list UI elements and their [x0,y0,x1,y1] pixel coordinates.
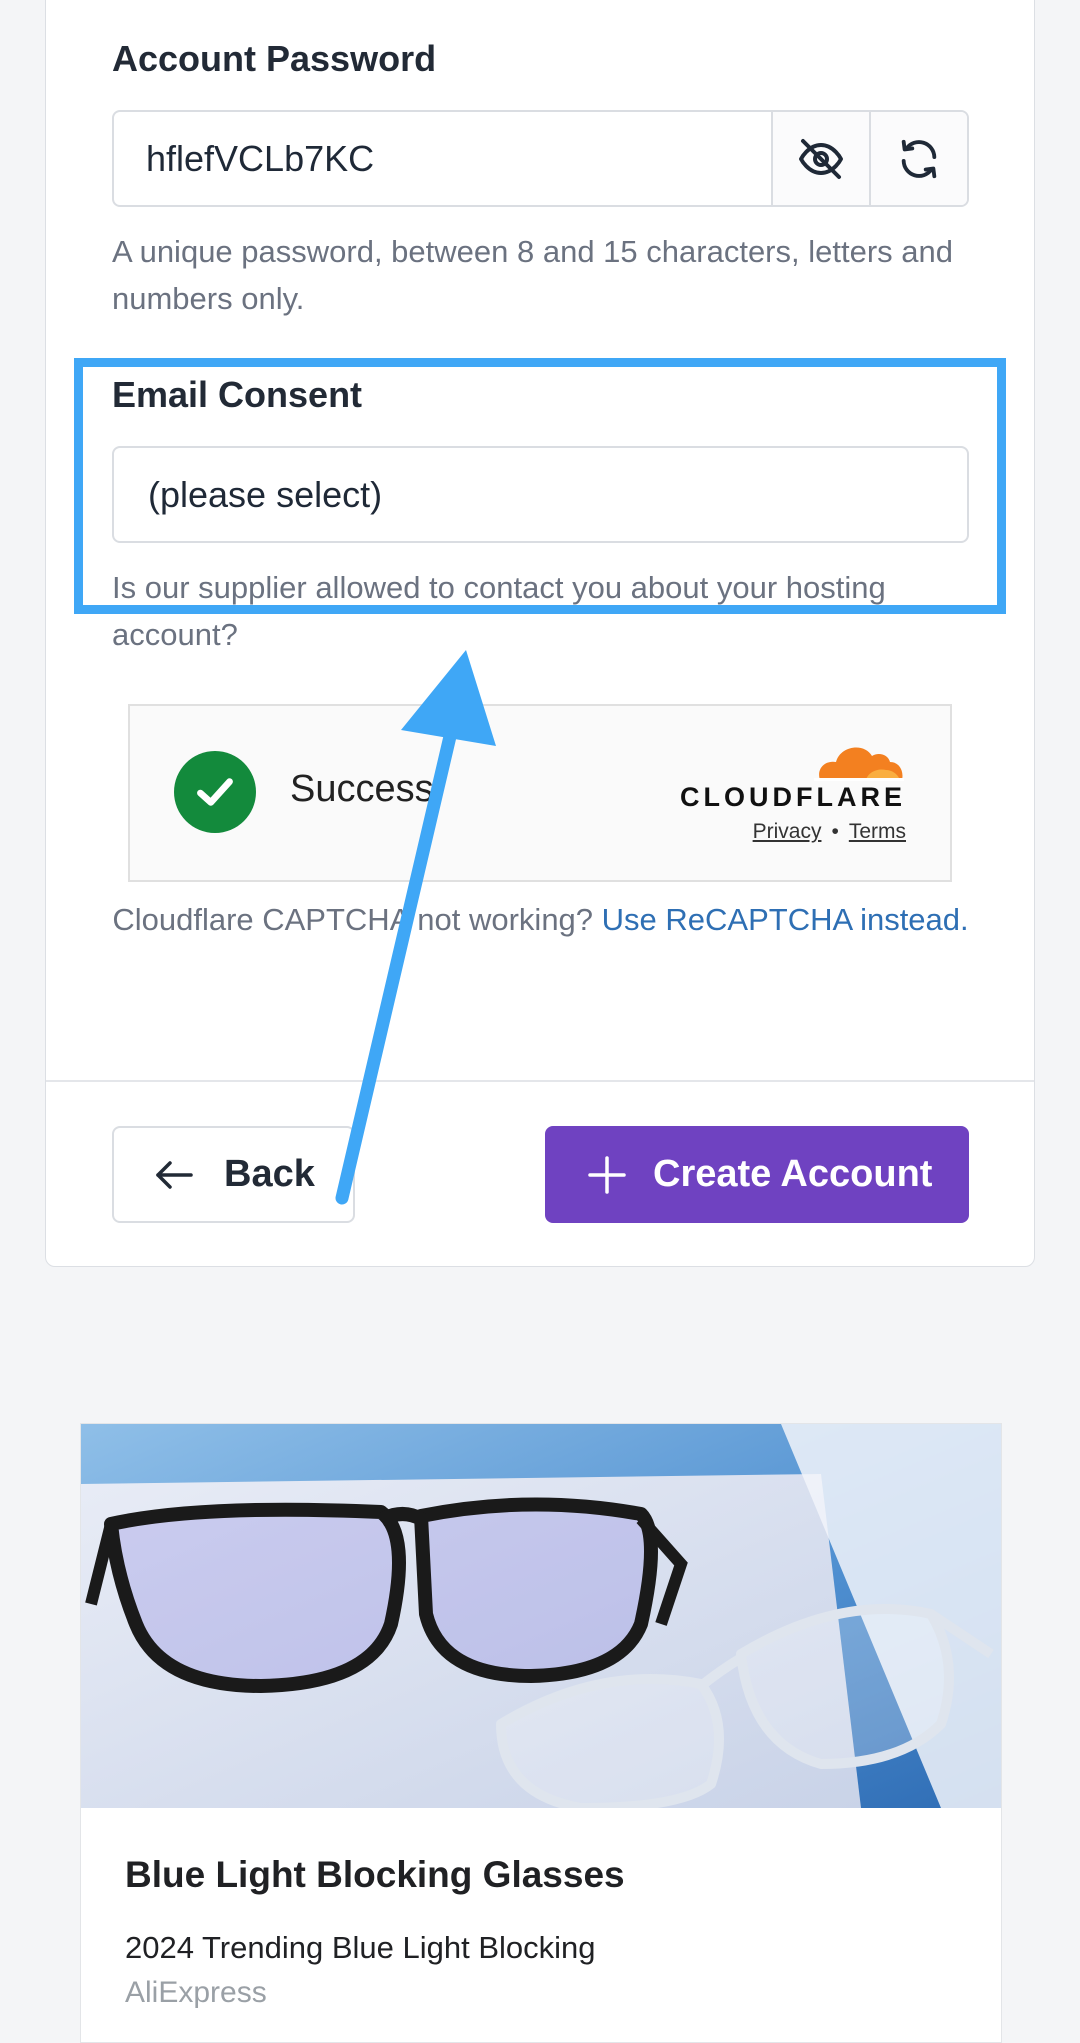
ad-card[interactable]: Blue Light Blocking Glasses 2024 Trendin… [80,1423,1002,2043]
ad-source: AliExpress [125,1976,267,2009]
ad-title[interactable]: Blue Light Blocking Glasses [125,1854,625,1896]
ad-product-image[interactable] [81,1424,1001,1808]
ad-description: 2024 Trending Blue Light Blocking [125,1930,596,1965]
